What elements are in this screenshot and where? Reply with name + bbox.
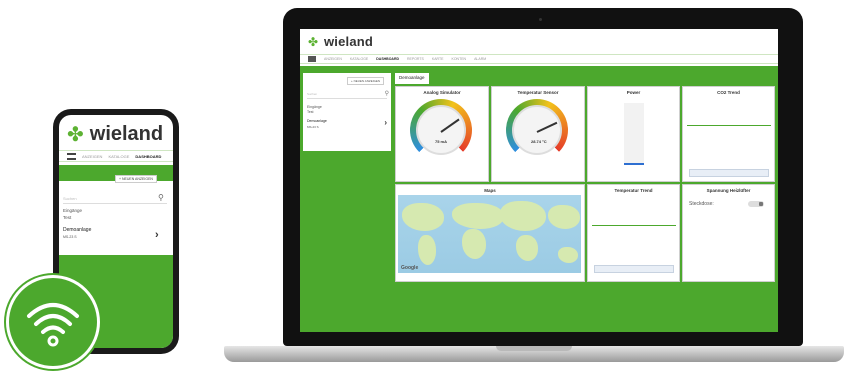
menu-icon[interactable] [308,56,316,62]
phone-row-test[interactable]: Test [63,215,71,220]
phone-row-eingaenge[interactable]: Eingänge [63,208,82,213]
wifi-icon [27,303,79,347]
nav-dashboard[interactable]: DASHBOARD [376,57,399,61]
tab-demoanlage[interactable]: Demoanlage [395,73,429,84]
phone-nav-kataloge[interactable]: KATALOGE [108,154,129,159]
phone-nav-dashboard[interactable]: DASHBOARD [135,154,161,159]
co2-range-slider[interactable] [689,169,769,177]
phone-nav-anzeigen[interactable]: ANZEIGEN [82,154,102,159]
gauge-needle [536,121,558,133]
chevron-right-icon[interactable]: › [155,229,159,241]
panel-temperatur-sensor: Temperatur Sensor 28.74 °C [491,86,585,182]
main-nav: ANZEIGEN KATALOGE DASHBOARD REPORTS KART… [300,54,778,64]
sidebar: + NEUEN ANZEIGEN Suchen ⚲ Eingänge Test … [303,73,391,151]
webcam [539,18,542,21]
sidebar-search-input[interactable]: Suchen [307,89,387,99]
nav-konten[interactable]: KONTEN [451,57,466,61]
sidebar-row-eingaenge[interactable]: Eingänge [307,105,322,109]
steckdose-label: Steckdose: [689,201,714,207]
phone-new-display-button[interactable]: + NEUEN ANZEIGEN [115,175,157,183]
panel-title: Maps [484,188,496,193]
gauge: 75 mA [410,99,472,161]
search-icon[interactable]: ⚲ [385,90,389,97]
sidebar-item-title[interactable]: Demoanlage [307,119,327,123]
phone-item-sub: MS-23 S [63,235,77,239]
laptop-notch [496,346,572,351]
panel-spannung-heizluefter: Spannung Heizlüfter Steckdose: [682,184,775,282]
menu-icon[interactable] [67,152,76,160]
panel-analog-simulator: Analog Simulator 75 mA [395,86,489,182]
new-display-button[interactable]: + NEUEN ANZEIGEN [347,77,385,85]
co2-trend-line [687,125,771,126]
phone-search-input[interactable]: Suchen [63,192,167,204]
phone-brand-name: wieland [89,123,164,145]
temp-range-slider[interactable] [594,265,674,273]
panel-power: Power [587,86,680,182]
nav-karte[interactable]: KARTE [432,57,444,61]
phone-nav: ANZEIGEN KATALOGE DASHBOARD [59,150,173,162]
power-bar-level [624,163,644,165]
world-map[interactable]: Google [398,195,581,273]
sidebar-row-test[interactable]: Test [307,110,313,114]
power-bar-track [624,103,644,165]
phone-item-title[interactable]: Demoanlage [63,227,91,233]
gauge-value: 28.74 °C [531,139,547,144]
phone-logo[interactable]: ✤ wieland [67,123,163,146]
nav-anzeigen[interactable]: ANZEIGEN [324,57,342,61]
temp-trend-line [592,225,676,226]
gauge-needle [440,118,460,133]
panel-title: Temperatur Trend [614,188,653,193]
gauge-value: 75 mA [435,139,448,144]
wieland-clover-icon: ✤ [308,34,319,49]
search-icon[interactable]: ⚲ [158,193,164,202]
sidebar-item-sub: MS-23 S [307,125,319,129]
panel-maps: Maps Google [395,184,585,282]
panel-co2-trend: CO2 Trend [682,86,775,182]
panel-title: Spannung Heizlüfter [706,188,751,193]
brand-name: wieland [324,34,374,49]
wifi-badge [6,275,100,369]
google-logo: Google [401,265,419,271]
gauge: 28.74 °C [506,99,568,161]
chevron-right-icon[interactable]: › [384,118,387,127]
nav-alarm[interactable]: ALARM [474,57,486,61]
app-header: ✤ wieland [300,29,778,51]
nav-kataloge[interactable]: KATALOGE [350,57,368,61]
steckdose-toggle[interactable] [748,201,764,207]
wieland-clover-icon: ✤ [67,123,84,146]
panel-title: Power [626,90,641,95]
laptop-screen: ✤ wieland ANZEIGEN KATALOGE DASHBOARD RE… [300,29,778,332]
nav-reports[interactable]: REPORTS [407,57,424,61]
panel-title: Temperatur Sensor [517,90,559,95]
panel-title: Analog Simulator [423,90,461,95]
panel-title: CO2 Trend [717,90,740,95]
panel-temperatur-trend: Temperatur Trend [587,184,680,282]
logo[interactable]: ✤ wieland [308,34,373,49]
